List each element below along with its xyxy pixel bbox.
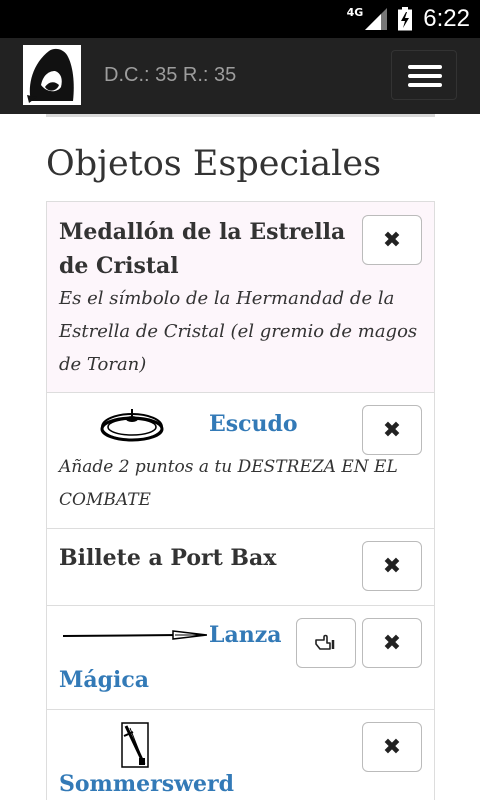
- item-name-link[interactable]: Lanza: [209, 618, 281, 652]
- item-name-link[interactable]: Mágica: [59, 663, 149, 697]
- combat-stats-text: D.C.: 35 R.: 35: [104, 64, 237, 86]
- item-description: Añade 2 puntos a tu DESTREZA EN EL COMBA…: [59, 457, 398, 510]
- list-item: Medallón de la Estrella de Cristal Es el…: [46, 201, 435, 392]
- drop-item-button[interactable]: ✖: [362, 618, 422, 668]
- page-title: Objetos Especiales: [46, 144, 382, 184]
- hamburger-menu-icon: [408, 65, 442, 69]
- item-name-link[interactable]: Escudo: [209, 407, 298, 441]
- status-bar: 4G 6:22: [0, 0, 480, 38]
- list-item: Sommerswerd ✖: [46, 709, 435, 800]
- hooded-figure-logo[interactable]: [23, 45, 81, 105]
- hand-pointing-icon: [315, 634, 335, 650]
- item-name: Billete a Port Bax: [59, 545, 277, 571]
- shield-icon: [100, 409, 164, 442]
- list-item: Escudo Añade 2 puntos a tu DESTREZA EN E…: [46, 392, 435, 528]
- signal-icon: [365, 8, 388, 30]
- item-name-link[interactable]: Sommerswerd: [59, 767, 234, 800]
- spear-icon: [62, 630, 207, 640]
- drop-item-button[interactable]: ✖: [362, 405, 422, 455]
- top-navbar: D.C.: 35 R.: 35: [0, 38, 480, 114]
- drop-item-button[interactable]: ✖: [362, 722, 422, 772]
- sword-icon: [121, 722, 149, 768]
- drop-item-button[interactable]: ✖: [362, 215, 422, 265]
- use-item-button[interactable]: [296, 618, 356, 668]
- network-type: 4G: [346, 5, 364, 19]
- battery-charging-icon: [398, 7, 413, 31]
- list-item: Billete a Port Bax ✖: [46, 528, 435, 605]
- divider: [46, 114, 435, 117]
- menu-toggle-button[interactable]: [391, 50, 457, 100]
- special-objects-list: Medallón de la Estrella de Cristal Es el…: [46, 201, 435, 800]
- drop-item-button[interactable]: ✖: [362, 541, 422, 591]
- list-item: Lanza Mágica ✖: [46, 605, 435, 709]
- item-name: Medallón de la Estrella de Cristal: [59, 219, 346, 279]
- clock: 6:22: [423, 5, 470, 32]
- item-description: Es el símbolo de la Hermandad de la Estr…: [59, 288, 418, 375]
